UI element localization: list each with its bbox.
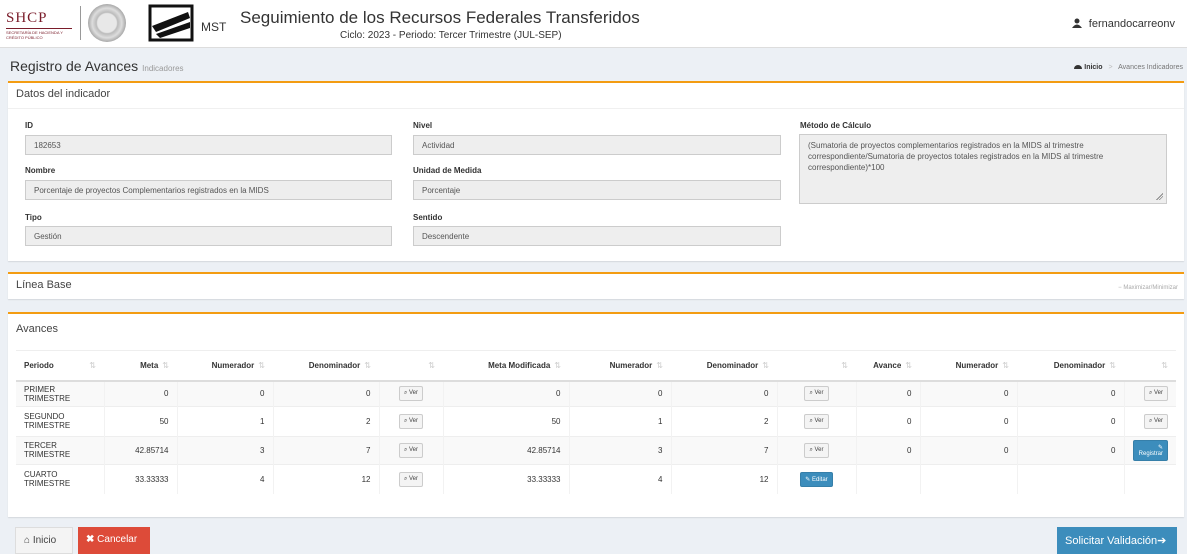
minus-icon: − — [1118, 285, 1122, 291]
arrow-right-icon: ➔ — [1157, 535, 1167, 547]
zoom-icon: ⌕ — [1148, 390, 1153, 396]
registrar-button[interactable]: ✎ Registrar — [1132, 439, 1168, 461]
ver-button[interactable]: ⌕ Ver — [804, 442, 829, 458]
ver-button[interactable]: ⌕ Ver — [1143, 386, 1168, 401]
mst-logo-icon — [148, 4, 194, 42]
close-icon: ✖ — [86, 534, 95, 545]
col-action-1[interactable]: ⇅ — [379, 350, 443, 382]
maximize-minimize-toggle[interactable]: − Maximizar/Minimizar — [1118, 285, 1178, 291]
resize-grip-icon[interactable] — [1156, 193, 1163, 200]
zoom-icon: ⌕ — [403, 446, 408, 453]
tipo-label: Tipo — [25, 213, 42, 222]
nivel-label: Nivel — [413, 121, 433, 130]
col-denominador-3[interactable]: Denominador ⇅ — [1017, 350, 1124, 382]
table-header-row: Periodo ⇅ Meta ⇅ Numerador ⇅ Denominador ⇅ ⇅… — [16, 350, 1176, 382]
nombre-label: Nombre — [25, 166, 56, 175]
table-row: CUARTO TRIMESTRE 33.33333 4 12 ⌕ Ver 33.… — [16, 463, 1176, 494]
zoom-icon: ⌕ — [403, 417, 408, 424]
top-header: SHCP SECRETARÍA DE HACIENDA Y CRÉDITO PÚ… — [0, 0, 1187, 48]
col-numerador-2[interactable]: Numerador ⇅ — [569, 350, 671, 382]
pencil-icon: ✎ — [805, 476, 811, 483]
user-name: fernandocarreonv — [1088, 18, 1175, 30]
col-meta-modificada[interactable]: Meta Modificada ⇅ — [443, 350, 569, 382]
ver-button[interactable]: ⌕ Ver — [804, 413, 829, 429]
cancelar-button[interactable]: ✖ Cancelar — [78, 527, 150, 554]
col-action-3[interactable]: ⇅ — [1124, 350, 1176, 382]
col-denominador-2[interactable]: Denominador ⇅ — [671, 350, 777, 382]
id-field[interactable]: 182653 — [25, 135, 392, 155]
col-numerador-1[interactable]: Numerador ⇅ — [177, 350, 273, 382]
header-divider — [80, 6, 81, 40]
solicitar-validacion-button[interactable]: Solicitar Validación➔ — [1057, 527, 1177, 554]
sentido-label: Sentido — [413, 213, 443, 222]
ver-button[interactable]: ⌕ Ver — [398, 471, 424, 487]
breadcrumb-separator: > — [1108, 64, 1113, 71]
editar-button[interactable]: ✎ Editar — [800, 471, 833, 487]
col-action-2[interactable]: ⇅ — [777, 350, 856, 382]
inicio-button[interactable]: ⌂ Inicio — [15, 527, 73, 554]
page-title: Registro de Avances Indicadores — [10, 58, 184, 74]
metodo-textarea[interactable]: (Sumatoria de proyectos complementarios … — [799, 134, 1167, 204]
zoom-icon: ⌕ — [809, 417, 813, 424]
sentido-field[interactable]: Descendente — [413, 226, 781, 246]
avances-box: Avances Periodo ⇅ Meta ⇅ Numerador ⇅ Denomi… — [8, 312, 1184, 517]
id-label: ID — [25, 121, 33, 130]
zoom-icon: ⌕ — [809, 446, 813, 453]
shcp-logo: SHCP SECRETARÍA DE HACIENDA Y CRÉDITO PÚ… — [6, 10, 72, 40]
nombre-field[interactable]: Porcentaje de proyectos Complementarios … — [25, 180, 392, 200]
col-avance[interactable]: Avance ⇅ — [856, 350, 920, 382]
page-subtitle: Indicadores — [142, 64, 184, 73]
ver-button[interactable]: ⌕ Ver — [398, 386, 424, 401]
avances-table: Periodo ⇅ Meta ⇅ Numerador ⇅ Denominador ⇅ ⇅… — [16, 350, 1176, 494]
tipo-field[interactable]: Gestión — [25, 226, 392, 246]
zoom-icon: ⌕ — [403, 390, 408, 396]
unidad-field[interactable]: Porcentaje — [413, 180, 781, 200]
box-title-avances: Avances — [16, 323, 58, 335]
app-subtitle: Ciclo: 2023 - Periodo: Tercer Trimestre … — [340, 30, 562, 41]
ver-button[interactable]: ⌕ Ver — [1143, 413, 1168, 429]
col-periodo[interactable]: Periodo ⇅ — [16, 350, 104, 382]
linea-base-box: Línea Base − Maximizar/Minimizar — [8, 272, 1184, 299]
col-denominador-1[interactable]: Denominador ⇅ — [273, 350, 379, 382]
box-title-indicator: Datos del indicador — [8, 83, 1184, 109]
breadcrumb-current: Avances Indicadores — [1118, 64, 1183, 71]
ver-button[interactable]: ⌕ Ver — [398, 442, 424, 458]
col-meta[interactable]: Meta ⇅ — [104, 350, 177, 382]
user-menu[interactable]: fernandocarreonv — [1071, 18, 1175, 30]
col-numerador-3[interactable]: Numerador ⇅ — [920, 350, 1017, 382]
national-seal-logo — [88, 4, 126, 42]
zoom-icon: ⌕ — [403, 475, 408, 482]
user-icon — [1071, 18, 1082, 28]
breadcrumb: Inicio > Avances Indicadores — [1074, 63, 1183, 71]
home-icon: ⌂ — [24, 535, 31, 546]
zoom-icon: ⌕ — [1148, 417, 1153, 424]
unidad-label: Unidad de Medida — [413, 166, 482, 175]
ver-button[interactable]: ⌕ Ver — [398, 413, 424, 429]
nivel-field[interactable]: Actividad — [413, 135, 781, 155]
table-row: SEGUNDO TRIMESTRE 50 1 2 ⌕ Ver 50 1 2 ⌕ … — [16, 405, 1176, 436]
metodo-label: Método de Cálculo — [800, 121, 872, 130]
ver-button[interactable]: ⌕ Ver — [804, 386, 829, 401]
dashboard-icon — [1074, 65, 1083, 69]
mst-label: MST — [201, 20, 227, 34]
zoom-icon: ⌕ — [809, 390, 813, 396]
table-row: PRIMER TRIMESTRE 0 0 0 ⌕ Ver 0 0 0 ⌕ Ver… — [16, 380, 1176, 406]
app-title: Seguimiento de los Recursos Federales Tr… — [240, 8, 640, 27]
box-title-linea-base: Línea Base — [16, 279, 72, 291]
table-row: TERCER TRIMESTRE 42.85714 3 7 ⌕ Ver 42.8… — [16, 435, 1176, 464]
breadcrumb-home[interactable]: Inicio — [1074, 64, 1104, 71]
indicator-data-box: Datos del indicador ID 182653 Nombre Por… — [8, 81, 1184, 261]
